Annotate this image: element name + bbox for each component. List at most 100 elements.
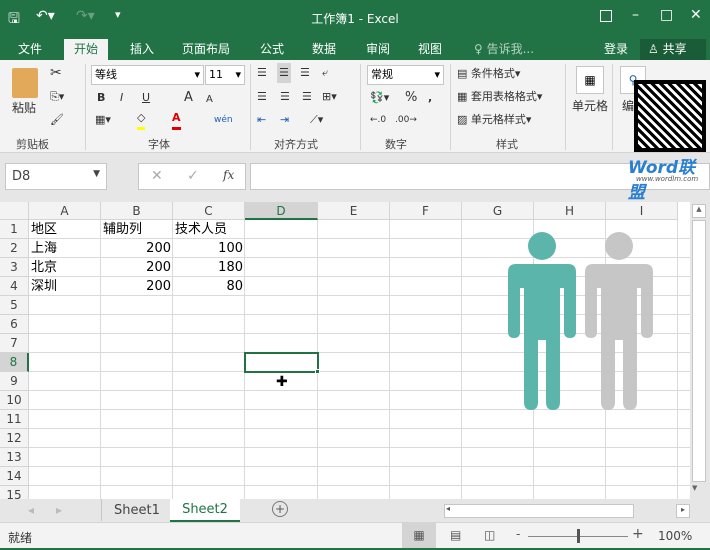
percent-button[interactable]: % xyxy=(405,88,417,108)
font-size-select[interactable]: 11 ▾ xyxy=(205,65,245,85)
align-center-icon[interactable]: ☰ xyxy=(280,87,290,107)
horizontal-scrollbar[interactable] xyxy=(444,504,634,518)
sheet-tab-sheet1[interactable]: Sheet1 xyxy=(114,503,160,518)
fill-handle[interactable] xyxy=(315,369,320,374)
column-header-d[interactable]: D xyxy=(245,202,318,220)
row-header-10[interactable]: 10 xyxy=(0,391,29,410)
column-header-g[interactable]: G xyxy=(462,202,534,220)
sheet-tab-sheet2[interactable]: Sheet2 xyxy=(170,499,240,522)
decrease-indent-icon[interactable]: ⇤ xyxy=(257,110,266,130)
row-header-8[interactable]: 8 xyxy=(0,353,29,372)
tab-file[interactable]: 文件 xyxy=(10,39,50,60)
cell-b3[interactable]: 200 xyxy=(101,258,173,277)
row-header-1[interactable]: 1 xyxy=(0,220,29,239)
increase-decimal-icon[interactable]: ←.0 xyxy=(370,110,386,130)
cancel-icon[interactable]: ✕ xyxy=(151,168,163,184)
column-header-h[interactable]: H xyxy=(534,202,606,220)
tab-home[interactable]: 开始 xyxy=(64,39,109,60)
orientation-icon[interactable]: ⟋▾ xyxy=(310,110,323,130)
scroll-up-icon[interactable]: ▲ xyxy=(692,204,706,218)
row-header-15[interactable]: 15 xyxy=(0,486,29,499)
cells-icon[interactable]: ▦ xyxy=(576,66,604,94)
cell-b4[interactable]: 200 xyxy=(101,277,173,296)
zoom-out-button[interactable]: - xyxy=(516,527,520,541)
name-box[interactable]: D8 ▼ xyxy=(5,163,107,190)
zoom-level[interactable]: 100% xyxy=(658,529,692,543)
number-format-select[interactable]: 常规 ▾ xyxy=(367,65,444,85)
row-header-6[interactable]: 6 xyxy=(0,315,29,334)
currency-icon[interactable]: 💱▾ xyxy=(370,88,389,108)
cell-a4[interactable]: 深圳 xyxy=(29,277,101,296)
row-header-12[interactable]: 12 xyxy=(0,429,29,448)
page-break-view-icon[interactable]: ◫ xyxy=(484,528,495,542)
page-layout-view-icon[interactable]: ▤ xyxy=(450,528,461,542)
top-align-icon[interactable]: ☰ xyxy=(257,63,267,83)
format-painter-icon[interactable]: 🖌 xyxy=(50,110,64,130)
column-header-i[interactable]: I xyxy=(606,202,678,220)
selected-cell-d8[interactable] xyxy=(244,352,319,373)
tab-insert[interactable]: 插入 xyxy=(122,39,162,60)
copy-icon[interactable]: ⎘▾ xyxy=(50,87,64,107)
cell-c3[interactable]: 180 xyxy=(173,258,245,277)
cell-c4[interactable]: 80 xyxy=(173,277,245,296)
cells-button[interactable]: 单元格 xyxy=(572,96,608,116)
phonetic-button[interactable]: wén xyxy=(214,110,233,130)
tab-view[interactable]: 视图 xyxy=(410,39,450,60)
vertical-scroll-thumb[interactable] xyxy=(692,220,706,482)
login-link[interactable]: 登录 xyxy=(596,39,636,60)
paste-button[interactable]: 粘贴 xyxy=(12,98,36,118)
tab-formulas[interactable]: 公式 xyxy=(252,39,292,60)
column-header-a[interactable]: A xyxy=(29,202,101,220)
bottom-align-icon[interactable]: ☰ xyxy=(300,63,310,83)
row-header-13[interactable]: 13 xyxy=(0,448,29,467)
maximize-button[interactable]: □ xyxy=(660,7,673,23)
align-right-icon[interactable]: ☰ xyxy=(302,87,312,107)
ribbon-display-icon[interactable] xyxy=(600,10,612,22)
column-header-c[interactable]: C xyxy=(173,202,245,220)
wrap-text-icon[interactable]: ⤶ xyxy=(322,63,328,83)
merge-center-icon[interactable]: ⊞▾ xyxy=(322,87,337,107)
increase-indent-icon[interactable]: ⇥ xyxy=(280,110,289,130)
share-button[interactable]: ♙ 共享 xyxy=(640,39,706,60)
italic-button[interactable]: I xyxy=(120,88,123,108)
font-color-icon[interactable]: A xyxy=(172,110,181,130)
scroll-left-icon[interactable]: ◂ xyxy=(446,504,450,513)
cell-b2[interactable]: 200 xyxy=(101,239,173,258)
add-sheet-icon[interactable]: + xyxy=(272,501,288,517)
cell-c2[interactable]: 100 xyxy=(173,239,245,258)
underline-button[interactable]: U xyxy=(142,88,150,108)
normal-view-icon[interactable]: ▦ xyxy=(402,523,436,548)
format-as-table-button[interactable]: ▦ 套用表格格式▾ xyxy=(457,87,542,107)
minimize-button[interactable]: – xyxy=(632,7,639,23)
decrease-decimal-icon[interactable]: .00→ xyxy=(395,110,417,130)
borders-icon[interactable]: ▦▾ xyxy=(95,110,111,130)
vertical-scrollbar[interactable]: ▲ ▼ xyxy=(690,202,710,499)
cell-c1[interactable]: 技术人员 xyxy=(173,220,245,239)
cell-styles-button[interactable]: ▨ 单元格样式▾ xyxy=(457,110,531,130)
cell-b1[interactable]: 辅助列 xyxy=(101,220,173,239)
zoom-in-button[interactable]: + xyxy=(632,526,644,542)
cell-a1[interactable]: 地区 xyxy=(29,220,101,239)
cell-a2[interactable]: 上海 xyxy=(29,239,101,258)
cut-icon[interactable]: ✂ xyxy=(50,63,62,83)
prev-sheet-icon[interactable]: ◂ xyxy=(28,503,34,517)
paste-icon[interactable] xyxy=(12,68,38,98)
grow-font-button[interactable]: A xyxy=(184,88,193,108)
row-header-7[interactable]: 7 xyxy=(0,334,29,353)
row-header-11[interactable]: 11 xyxy=(0,410,29,429)
bold-button[interactable]: B xyxy=(97,88,105,108)
row-header-9[interactable]: 9 xyxy=(0,372,29,391)
comma-button[interactable]: , xyxy=(428,88,432,108)
close-button[interactable]: ✕ xyxy=(690,7,702,23)
row-header-14[interactable]: 14 xyxy=(0,467,29,486)
cell-a3[interactable]: 北京 xyxy=(29,258,101,277)
shrink-font-button[interactable]: A xyxy=(206,90,213,110)
row-header-3[interactable]: 3 xyxy=(0,258,29,277)
enter-icon[interactable]: ✓ xyxy=(187,168,199,184)
scroll-right-icon[interactable]: ▸ xyxy=(676,504,690,518)
tab-data[interactable]: 数据 xyxy=(304,39,344,60)
column-header-e[interactable]: E xyxy=(318,202,390,220)
select-all-corner[interactable] xyxy=(0,202,29,220)
insert-function-icon[interactable]: fx xyxy=(223,168,234,182)
tab-review[interactable]: 审阅 xyxy=(358,39,398,60)
